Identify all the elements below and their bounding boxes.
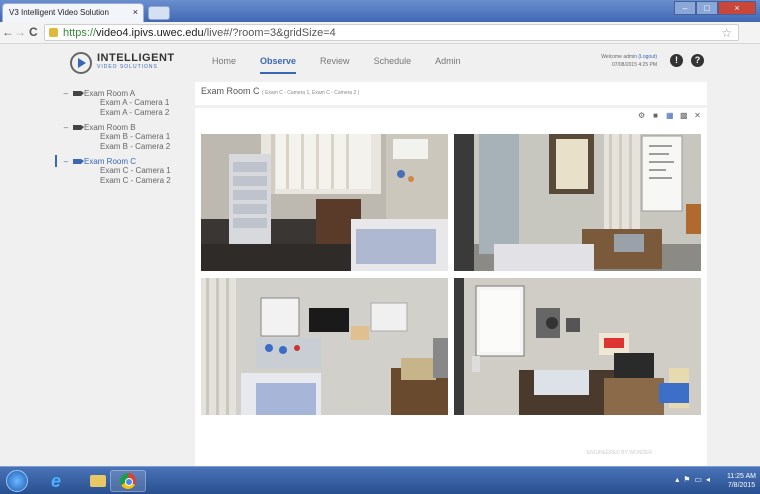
- camera-icon: [73, 124, 84, 130]
- network-icon[interactable]: ▭: [694, 475, 706, 484]
- nav-admin[interactable]: Admin: [435, 56, 461, 74]
- camera-item[interactable]: Exam A - Camera 1: [62, 98, 192, 108]
- camera-item[interactable]: Exam A - Camera 2: [62, 108, 192, 118]
- nav-observe[interactable]: Observe: [260, 56, 297, 74]
- nav-home[interactable]: Home: [212, 56, 236, 74]
- room-title-text: Exam Room C: [201, 86, 260, 96]
- video-frame-3: [201, 278, 448, 415]
- grid-1-icon[interactable]: ■: [652, 112, 659, 120]
- chrome-icon[interactable]: [110, 470, 146, 492]
- divider: [195, 105, 707, 108]
- video-feed-2[interactable]: [454, 134, 701, 271]
- tab-close-icon[interactable]: ×: [133, 7, 138, 17]
- welcome-block: Welcome admin (Logout) 07/08/2015 4:25 P…: [601, 53, 657, 69]
- logo-line2: VIDEO SOLUTIONS: [97, 64, 158, 70]
- url-input[interactable]: https://video4.ipivs.uwec.edu/live#/?roo…: [44, 24, 739, 41]
- clock-date: 7/8/2015: [727, 482, 756, 489]
- selection-indicator: [55, 155, 57, 167]
- app-header: INTELLIGENT VIDEO SOLUTIONS Home Observe…: [0, 44, 760, 81]
- watermark: ENGINEERED BY WONDER: [586, 450, 652, 456]
- internet-explorer-icon[interactable]: e: [38, 470, 74, 492]
- video-frame-1: [201, 134, 448, 271]
- room-item: – Exam Room B Exam B - Camera 1 Exam B -…: [62, 122, 192, 152]
- logo-line1: INTELLIGENT: [97, 52, 175, 64]
- view-toolbar: ⚙ ■ ▦ ▩ ✕: [631, 112, 701, 120]
- page: INTELLIGENT VIDEO SOLUTIONS Home Observe…: [0, 44, 760, 472]
- os-taskbar: e ▴⚑▭◂ 11:25 AM 7/8/2015: [0, 466, 760, 494]
- room-camera-list: ( Exam C - Camera 1, Exam C - Camera 2 ): [262, 90, 360, 96]
- bookmark-star-icon[interactable]: ☆: [721, 26, 732, 40]
- collapse-icon[interactable]: –: [62, 89, 70, 98]
- camera-item[interactable]: Exam B - Camera 1: [62, 132, 192, 142]
- fullscreen-icon[interactable]: ✕: [694, 112, 701, 120]
- logout-link[interactable]: (Logout): [638, 54, 657, 60]
- video-feed-4[interactable]: [454, 278, 701, 415]
- video-frame-4: [454, 278, 701, 415]
- window-controls: – □ ×: [674, 1, 756, 15]
- tab-title: V3 Intelligent Video Solution: [9, 8, 109, 17]
- room-item-selected: – Exam Room C Exam C - Camera 1 Exam C -…: [55, 155, 192, 186]
- clock[interactable]: 11:25 AM 7/8/2015: [727, 472, 756, 490]
- reload-icon[interactable]: C: [29, 25, 38, 39]
- room-name: Exam Room C: [84, 156, 137, 166]
- alert-icon[interactable]: !: [670, 54, 683, 67]
- video-frame-2: [454, 134, 701, 271]
- maximize-icon[interactable]: □: [696, 1, 718, 15]
- gear-icon[interactable]: ⚙: [638, 112, 645, 120]
- observe-panel: Exam Room C ( Exam C - Camera 1, Exam C …: [195, 82, 707, 472]
- system-tray: ▴⚑▭◂: [675, 475, 714, 484]
- lock-icon: [49, 28, 58, 37]
- video-feed-3[interactable]: [201, 278, 448, 415]
- start-button[interactable]: [6, 470, 28, 492]
- camera-item[interactable]: Exam C - Camera 2: [62, 176, 192, 186]
- logo[interactable]: INTELLIGENT VIDEO SOLUTIONS: [70, 52, 175, 74]
- camera-icon: [73, 90, 84, 96]
- datetime: 07/08/2015 4:25 PM: [611, 62, 657, 68]
- nav-review[interactable]: Review: [320, 56, 350, 74]
- flag-icon[interactable]: ⚑: [683, 475, 694, 484]
- room-tree: – Exam Room A Exam A - Camera 1 Exam A -…: [55, 88, 192, 190]
- browser-title-bar: V3 Intelligent Video Solution × – □ ×: [0, 0, 760, 22]
- help-icon[interactable]: ?: [691, 54, 704, 67]
- video-grid: [201, 134, 701, 415]
- clock-time: 11:25 AM: [726, 473, 756, 480]
- grid-9-icon[interactable]: ▩: [680, 112, 688, 120]
- video-feed-1[interactable]: [201, 134, 448, 271]
- grid-4-icon[interactable]: ▦: [666, 112, 674, 120]
- nav-schedule[interactable]: Schedule: [374, 56, 412, 74]
- browser-tab[interactable]: V3 Intelligent Video Solution ×: [2, 3, 144, 22]
- room-header[interactable]: – Exam Room C: [55, 155, 192, 167]
- collapse-icon[interactable]: –: [62, 157, 70, 166]
- address-bar: ← → C https://video4.ipivs.uwec.edu/live…: [0, 22, 760, 44]
- back-icon[interactable]: ←: [2, 25, 14, 39]
- forward-icon[interactable]: →: [14, 25, 26, 39]
- url-path: /live#/?room=3&gridSize=4: [203, 27, 336, 39]
- camera-item[interactable]: Exam C - Camera 1: [62, 166, 192, 176]
- room-header[interactable]: – Exam Room B: [62, 122, 192, 132]
- camera-icon: [73, 158, 84, 164]
- room-name: Exam Room A: [84, 88, 136, 98]
- url-host: video4.ipivs.uwec.edu: [96, 27, 204, 39]
- close-window-icon[interactable]: ×: [718, 1, 756, 15]
- volume-icon[interactable]: ◂: [706, 475, 714, 484]
- room-item: – Exam Room A Exam A - Camera 1 Exam A -…: [62, 88, 192, 118]
- logo-play-icon: [70, 52, 92, 74]
- minimize-icon[interactable]: –: [674, 1, 696, 15]
- room-title: Exam Room C ( Exam C - Camera 1, Exam C …: [201, 86, 359, 96]
- new-tab-button[interactable]: [148, 6, 170, 20]
- welcome-text: Welcome admin: [601, 54, 637, 60]
- collapse-icon[interactable]: –: [62, 123, 70, 132]
- url-scheme: https://: [63, 27, 97, 39]
- room-header[interactable]: – Exam Room A: [62, 88, 192, 98]
- logo-text: INTELLIGENT VIDEO SOLUTIONS: [97, 52, 175, 72]
- room-name: Exam Room B: [84, 122, 136, 132]
- main-nav: Home Observe Review Schedule Admin: [212, 56, 485, 74]
- camera-item[interactable]: Exam B - Camera 2: [62, 142, 192, 152]
